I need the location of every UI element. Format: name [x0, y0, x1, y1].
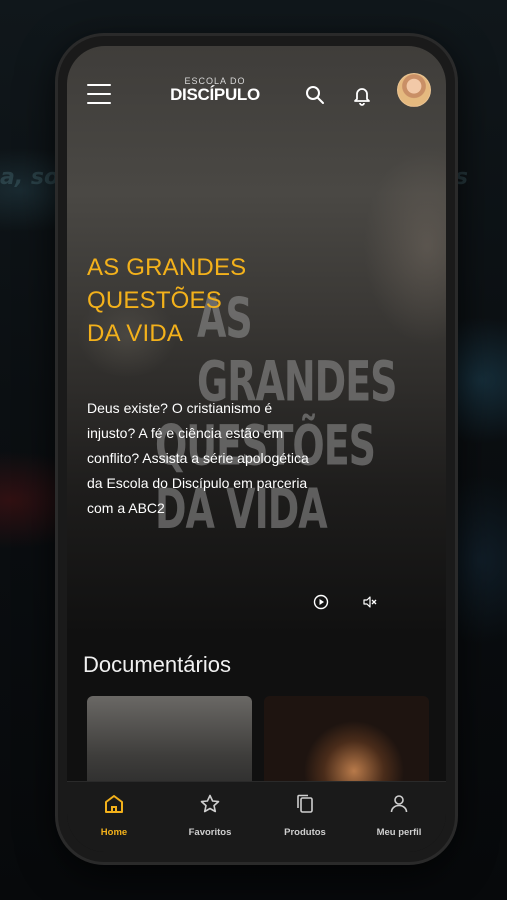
search-icon[interactable]: [304, 84, 326, 106]
app-logo: ESCOLA DO DISCÍPULO: [165, 76, 265, 105]
hero-title: AS GRANDES QUESTÕES DA VIDA: [87, 254, 247, 347]
nav-label-favoritos: Favoritos: [188, 827, 232, 838]
bell-icon[interactable]: [351, 84, 373, 106]
user-avatar[interactable]: [397, 73, 431, 107]
app-screen: AS GRANDES QUESTÕES DA VIDA ESCOLA DO DI…: [67, 46, 446, 852]
user-icon: [387, 792, 411, 816]
copy-icon: [293, 792, 317, 816]
section-title-documentaries: Documentários: [83, 652, 231, 677]
hamburger-menu-icon[interactable]: [87, 84, 111, 104]
bottom-navigation: Home Favoritos Produtos Meu perfil: [67, 781, 446, 852]
home-icon: [102, 792, 126, 816]
hero-description: Deus existe? O cristianismo é injusto? A…: [87, 400, 309, 516]
nav-label-home: Home: [100, 827, 128, 838]
star-icon: [198, 792, 222, 816]
top-bar: ESCOLA DO DISCÍPULO: [67, 46, 446, 116]
logo-main-text: DISCÍPULO: [170, 85, 260, 104]
phone-frame: AS GRANDES QUESTÕES DA VIDA ESCOLA DO DI…: [58, 36, 455, 862]
nav-item-produtos[interactable]: Produtos: [265, 792, 345, 840]
nav-item-meu-perfil[interactable]: Meu perfil: [359, 792, 439, 840]
volume-mute-icon[interactable]: [362, 594, 378, 615]
nav-label-produtos: Produtos: [284, 827, 326, 838]
nav-item-home[interactable]: Home: [74, 792, 154, 840]
nav-item-favoritos[interactable]: Favoritos: [170, 792, 250, 840]
nav-label-meu-perfil: Meu perfil: [376, 827, 422, 838]
play-circle-icon[interactable]: [313, 594, 329, 615]
